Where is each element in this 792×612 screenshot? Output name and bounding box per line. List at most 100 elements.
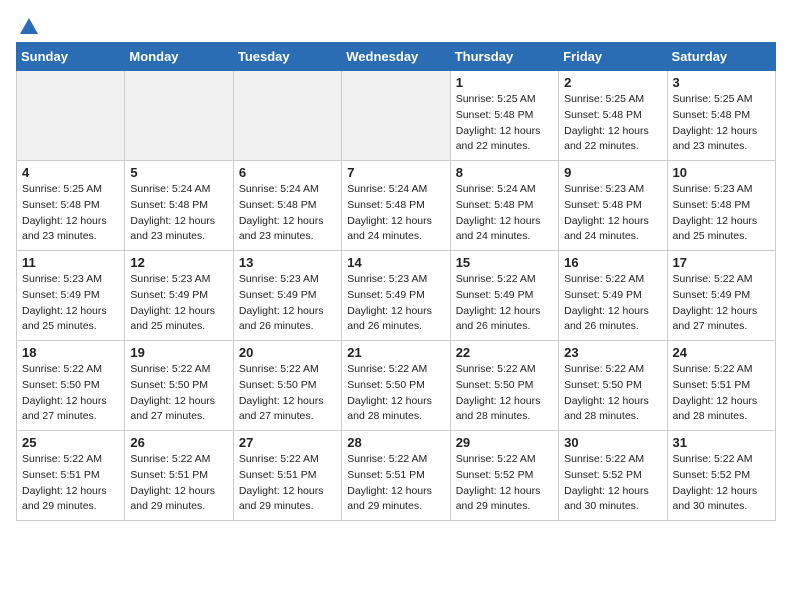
day-info: Sunrise: 5:22 AMSunset: 5:49 PMDaylight:… bbox=[456, 272, 553, 335]
day-number: 8 bbox=[456, 165, 553, 180]
day-info: Sunrise: 5:22 AMSunset: 5:51 PMDaylight:… bbox=[673, 362, 770, 425]
day-number: 20 bbox=[239, 345, 336, 360]
day-number: 29 bbox=[456, 435, 553, 450]
day-cell: 15 Sunrise: 5:22 AMSunset: 5:49 PMDayligh… bbox=[450, 251, 558, 341]
day-number: 12 bbox=[130, 255, 227, 270]
day-number: 21 bbox=[347, 345, 444, 360]
day-number: 25 bbox=[22, 435, 119, 450]
day-cell: 8 Sunrise: 5:24 AMSunset: 5:48 PMDaylight… bbox=[450, 161, 558, 251]
day-cell: 17Sunrise: 5:22 AMSunset: 5:49 PMDayligh… bbox=[667, 251, 775, 341]
day-number: 22 bbox=[456, 345, 553, 360]
day-cell: 24 Sunrise: 5:22 AMSunset: 5:51 PMDayligh… bbox=[667, 341, 775, 431]
day-info: Sunrise: 5:24 AMSunset: 5:48 PMDaylight:… bbox=[347, 182, 444, 245]
day-info: Sunrise: 5:25 AMSunset: 5:48 PMDaylight:… bbox=[22, 182, 119, 245]
day-cell: 3 Sunrise: 5:25 AMSunset: 5:48 PMDaylight… bbox=[667, 71, 775, 161]
day-cell bbox=[233, 71, 341, 161]
day-number: 4 bbox=[22, 165, 119, 180]
day-info: Sunrise: 5:22 AMSunset: 5:51 PMDaylight:… bbox=[347, 452, 444, 515]
day-info: Sunrise: 5:23 AMSunset: 5:48 PMDaylight:… bbox=[673, 182, 770, 245]
day-cell: 1 Sunrise: 5:25 AMSunset: 5:48 PMDaylight… bbox=[450, 71, 558, 161]
day-info: Sunrise: 5:22 AMSunset: 5:52 PMDaylight:… bbox=[456, 452, 553, 515]
day-info: Sunrise: 5:24 AMSunset: 5:48 PMDaylight:… bbox=[239, 182, 336, 245]
col-header-friday: Friday bbox=[559, 43, 667, 71]
day-number: 15 bbox=[456, 255, 553, 270]
day-number: 27 bbox=[239, 435, 336, 450]
col-header-thursday: Thursday bbox=[450, 43, 558, 71]
logo-icon bbox=[18, 16, 40, 38]
day-number: 11 bbox=[22, 255, 119, 270]
day-cell: 14 Sunrise: 5:23 AMSunset: 5:49 PMDayligh… bbox=[342, 251, 450, 341]
week-row-2: 4 Sunrise: 5:25 AMSunset: 5:48 PMDaylight… bbox=[17, 161, 776, 251]
day-cell: 10 Sunrise: 5:23 AMSunset: 5:48 PMDayligh… bbox=[667, 161, 775, 251]
day-cell: 2 Sunrise: 5:25 AMSunset: 5:48 PMDaylight… bbox=[559, 71, 667, 161]
day-cell: 20 Sunrise: 5:22 AMSunset: 5:50 PMDayligh… bbox=[233, 341, 341, 431]
day-cell: 5Sunrise: 5:24 AMSunset: 5:48 PMDaylight… bbox=[125, 161, 233, 251]
day-info: Sunrise: 5:22 AMSunset: 5:49 PMDaylight:… bbox=[564, 272, 661, 335]
day-info: Sunrise: 5:22 AMSunset: 5:50 PMDaylight:… bbox=[564, 362, 661, 425]
day-number: 17 bbox=[673, 255, 770, 270]
day-info: Sunrise: 5:22 AMSunset: 5:50 PMDaylight:… bbox=[456, 362, 553, 425]
day-info: Sunrise: 5:23 AMSunset: 5:49 PMDaylight:… bbox=[347, 272, 444, 335]
day-cell: 21 Sunrise: 5:22 AMSunset: 5:50 PMDayligh… bbox=[342, 341, 450, 431]
day-info: Sunrise: 5:22 AMSunset: 5:52 PMDaylight:… bbox=[564, 452, 661, 515]
logo bbox=[16, 16, 40, 34]
day-info: Sunrise: 5:25 AMSunset: 5:48 PMDaylight:… bbox=[673, 92, 770, 155]
day-number: 10 bbox=[673, 165, 770, 180]
col-header-wednesday: Wednesday bbox=[342, 43, 450, 71]
week-row-4: 18 Sunrise: 5:22 AMSunset: 5:50 PMDayligh… bbox=[17, 341, 776, 431]
calendar-table: SundayMondayTuesdayWednesdayThursdayFrid… bbox=[16, 42, 776, 521]
day-cell: 4 Sunrise: 5:25 AMSunset: 5:48 PMDaylight… bbox=[17, 161, 125, 251]
day-cell: 19Sunrise: 5:22 AMSunset: 5:50 PMDayligh… bbox=[125, 341, 233, 431]
day-info: Sunrise: 5:22 AMSunset: 5:51 PMDaylight:… bbox=[130, 452, 227, 515]
day-info: Sunrise: 5:23 AMSunset: 5:48 PMDaylight:… bbox=[564, 182, 661, 245]
day-number: 16 bbox=[564, 255, 661, 270]
col-header-monday: Monday bbox=[125, 43, 233, 71]
day-info: Sunrise: 5:25 AMSunset: 5:48 PMDaylight:… bbox=[456, 92, 553, 155]
day-info: Sunrise: 5:23 AMSunset: 5:49 PMDaylight:… bbox=[22, 272, 119, 335]
day-cell bbox=[342, 71, 450, 161]
day-cell: 25 Sunrise: 5:22 AMSunset: 5:51 PMDayligh… bbox=[17, 431, 125, 521]
day-number: 24 bbox=[673, 345, 770, 360]
day-number: 28 bbox=[347, 435, 444, 450]
day-cell: 7 Sunrise: 5:24 AMSunset: 5:48 PMDaylight… bbox=[342, 161, 450, 251]
day-cell: 12 Sunrise: 5:23 AMSunset: 5:49 PMDayligh… bbox=[125, 251, 233, 341]
day-info: Sunrise: 5:23 AMSunset: 5:49 PMDaylight:… bbox=[130, 272, 227, 335]
col-header-tuesday: Tuesday bbox=[233, 43, 341, 71]
day-number: 14 bbox=[347, 255, 444, 270]
day-cell: 29 Sunrise: 5:22 AMSunset: 5:52 PMDayligh… bbox=[450, 431, 558, 521]
day-cell: 9Sunrise: 5:23 AMSunset: 5:48 PMDaylight… bbox=[559, 161, 667, 251]
day-cell: 6 Sunrise: 5:24 AMSunset: 5:48 PMDaylight… bbox=[233, 161, 341, 251]
day-info: Sunrise: 5:22 AMSunset: 5:50 PMDaylight:… bbox=[22, 362, 119, 425]
day-cell: 22 Sunrise: 5:22 AMSunset: 5:50 PMDayligh… bbox=[450, 341, 558, 431]
week-row-1: 1 Sunrise: 5:25 AMSunset: 5:48 PMDaylight… bbox=[17, 71, 776, 161]
day-number: 2 bbox=[564, 75, 661, 90]
col-header-saturday: Saturday bbox=[667, 43, 775, 71]
day-number: 3 bbox=[673, 75, 770, 90]
day-info: Sunrise: 5:22 AMSunset: 5:52 PMDaylight:… bbox=[673, 452, 770, 515]
day-cell: 28 Sunrise: 5:22 AMSunset: 5:51 PMDayligh… bbox=[342, 431, 450, 521]
day-info: Sunrise: 5:24 AMSunset: 5:48 PMDaylight:… bbox=[456, 182, 553, 245]
week-row-3: 11 Sunrise: 5:23 AMSunset: 5:49 PMDayligh… bbox=[17, 251, 776, 341]
day-cell bbox=[125, 71, 233, 161]
day-info: Sunrise: 5:22 AMSunset: 5:50 PMDaylight:… bbox=[130, 362, 227, 425]
col-header-sunday: Sunday bbox=[17, 43, 125, 71]
day-info: Sunrise: 5:22 AMSunset: 5:50 PMDaylight:… bbox=[347, 362, 444, 425]
header-row: SundayMondayTuesdayWednesdayThursdayFrid… bbox=[17, 43, 776, 71]
day-info: Sunrise: 5:22 AMSunset: 5:50 PMDaylight:… bbox=[239, 362, 336, 425]
day-number: 18 bbox=[22, 345, 119, 360]
day-number: 26 bbox=[130, 435, 227, 450]
day-number: 1 bbox=[456, 75, 553, 90]
day-number: 23 bbox=[564, 345, 661, 360]
day-info: Sunrise: 5:24 AMSunset: 5:48 PMDaylight:… bbox=[130, 182, 227, 245]
day-info: Sunrise: 5:22 AMSunset: 5:51 PMDaylight:… bbox=[22, 452, 119, 515]
day-number: 31 bbox=[673, 435, 770, 450]
day-info: Sunrise: 5:25 AMSunset: 5:48 PMDaylight:… bbox=[564, 92, 661, 155]
day-number: 7 bbox=[347, 165, 444, 180]
day-cell: 27 Sunrise: 5:22 AMSunset: 5:51 PMDayligh… bbox=[233, 431, 341, 521]
day-number: 30 bbox=[564, 435, 661, 450]
page-header bbox=[16, 16, 776, 34]
day-cell: 31 Sunrise: 5:22 AMSunset: 5:52 PMDayligh… bbox=[667, 431, 775, 521]
day-number: 6 bbox=[239, 165, 336, 180]
day-cell: 23 Sunrise: 5:22 AMSunset: 5:50 PMDayligh… bbox=[559, 341, 667, 431]
day-info: Sunrise: 5:22 AMSunset: 5:51 PMDaylight:… bbox=[239, 452, 336, 515]
